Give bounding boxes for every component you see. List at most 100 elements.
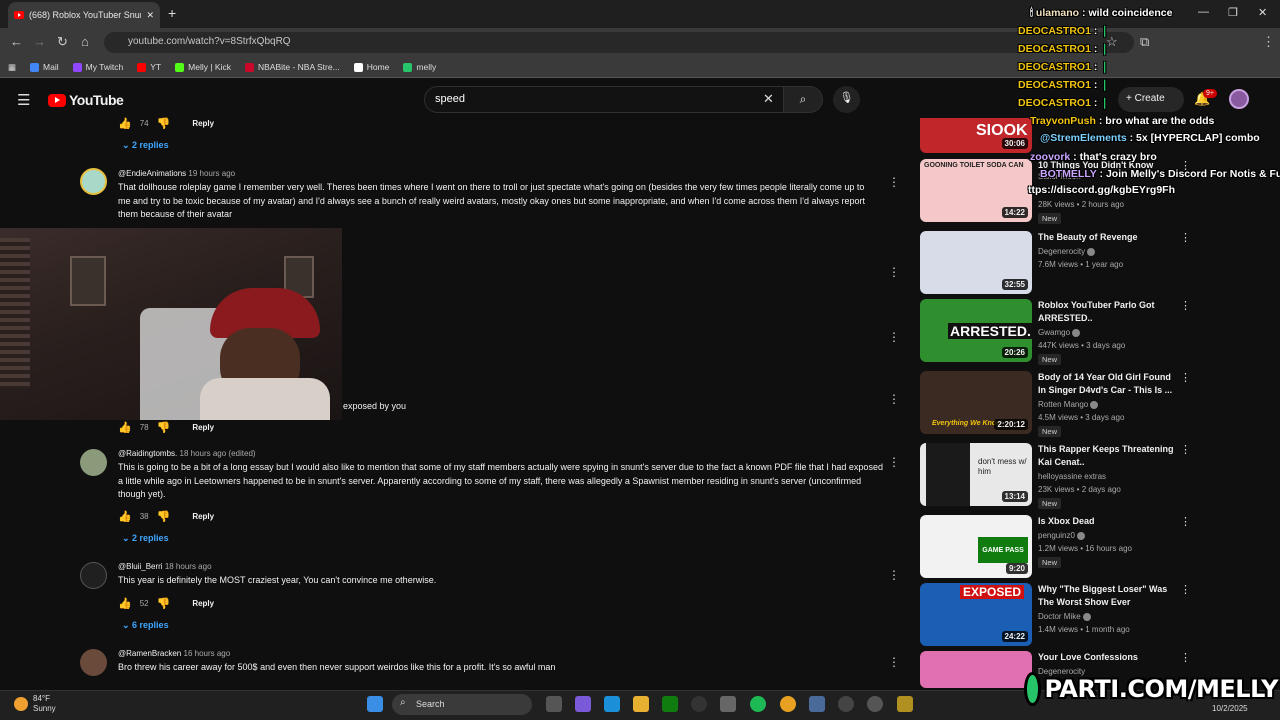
sidebar-video[interactable]: 32:55 The Beauty of Revenge Degenerocity… — [920, 231, 1191, 294]
like-icon[interactable]: 👍 — [118, 421, 132, 434]
dislike-icon[interactable]: 👎 — [157, 421, 171, 434]
minimize-icon[interactable]: — — [1198, 6, 1209, 18]
comment-author[interactable]: @Bluii_Berri — [118, 562, 163, 571]
dislike-icon[interactable]: 👎 — [157, 117, 171, 130]
video-menu-icon[interactable]: ⋮ — [1180, 443, 1191, 456]
reply-button[interactable]: Reply — [192, 599, 214, 608]
avatar[interactable] — [80, 168, 107, 195]
video-thumbnail[interactable]: Everything We Know 2:20:12 — [920, 371, 1032, 434]
comment-author[interactable]: @RamenBracken — [118, 649, 181, 658]
video-title[interactable]: The Beauty of Revenge — [1038, 231, 1180, 244]
media-player-icon[interactable] — [838, 696, 854, 712]
spotify-icon[interactable] — [750, 696, 766, 712]
hamburger-menu-icon[interactable]: ☰ — [17, 91, 30, 109]
video-title[interactable]: Is Xbox Dead — [1038, 515, 1180, 528]
video-menu-icon[interactable]: ⋮ — [1180, 515, 1191, 528]
apps-grid-icon[interactable]: ▦ — [8, 62, 16, 73]
comment-author[interactable]: @EndieAnimations — [118, 169, 186, 178]
edge-icon[interactable] — [604, 696, 620, 712]
video-menu-icon[interactable]: ⋮ — [1180, 651, 1191, 664]
forward-icon[interactable]: → — [33, 34, 46, 49]
video-thumbnail[interactable]: ARRESTED. 20:26 — [920, 299, 1032, 362]
app-icon[interactable] — [897, 696, 913, 712]
comment-menu-icon[interactable]: ⋮ — [888, 265, 900, 279]
weather-widget[interactable]: 84°F Sunny — [14, 694, 56, 714]
reply-button[interactable]: Reply — [192, 119, 214, 128]
youtube-logo[interactable]: YouTube — [48, 92, 124, 108]
view-replies-button[interactable]: ⌄ 6 replies — [122, 620, 169, 631]
clear-search-icon[interactable]: ✕ — [763, 91, 774, 107]
dislike-icon[interactable]: 👎 — [157, 510, 171, 523]
like-icon[interactable]: 👍 — [118, 597, 132, 610]
sidebar-video[interactable]: EXPOSED 24:22 Why "The Biggest Loser" Was… — [920, 583, 1191, 646]
taskbar-search[interactable]: Search — [392, 694, 532, 715]
video-title[interactable]: Why "The Biggest Loser" Was The Worst Sh… — [1038, 583, 1180, 609]
bookmark-nbabite[interactable]: NBABite - NBA Stre... — [244, 62, 340, 72]
maximize-icon[interactable]: ❐ — [1228, 6, 1238, 19]
dislike-icon[interactable]: 👎 — [157, 597, 171, 610]
bookmark-melly[interactable]: melly — [403, 62, 436, 72]
menu-dots-icon[interactable]: ⋮ — [1262, 34, 1275, 50]
chrome-icon[interactable] — [780, 696, 796, 712]
comment-menu-icon[interactable]: ⋮ — [888, 175, 900, 189]
video-channel[interactable]: penguinz0 — [1038, 531, 1085, 540]
video-channel[interactable]: helloyassine extras — [1038, 472, 1106, 481]
comment-menu-icon[interactable]: ⋮ — [888, 392, 900, 406]
file-explorer-icon[interactable] — [633, 696, 649, 712]
sidebar-video[interactable]: Everything We Know 2:20:12 Body of 14 Yea… — [920, 371, 1191, 437]
video-thumbnail[interactable]: GAME PASS 9:20 — [920, 515, 1032, 578]
comment-author[interactable]: @Raidingtombs. — [118, 449, 177, 458]
task-view-icon[interactable] — [546, 696, 562, 712]
start-icon[interactable] — [367, 696, 383, 712]
view-replies-button[interactable]: ⌄ 2 replies — [122, 140, 169, 151]
extensions-icon[interactable]: ⧉ — [1140, 34, 1149, 50]
new-tab-icon[interactable]: + — [168, 5, 176, 21]
search-input[interactable]: speed — [424, 86, 784, 113]
comment-menu-icon[interactable]: ⋮ — [888, 455, 900, 469]
home-icon[interactable]: ⌂ — [81, 34, 89, 49]
back-icon[interactable]: ← — [10, 34, 23, 49]
avatar[interactable] — [80, 562, 107, 589]
comment-menu-icon[interactable]: ⋮ — [888, 655, 900, 669]
video-menu-icon[interactable]: ⋮ — [1180, 299, 1191, 312]
close-window-icon[interactable]: ✕ — [1258, 6, 1267, 19]
user-avatar[interactable] — [1229, 89, 1249, 109]
copilot-icon[interactable] — [575, 696, 591, 712]
sidebar-video[interactable]: GAME PASS 9:20 Is Xbox Dead penguinz0 1.2… — [920, 515, 1191, 578]
photos-icon[interactable] — [809, 696, 825, 712]
comment-menu-icon[interactable]: ⋮ — [888, 568, 900, 582]
avatar[interactable] — [80, 649, 107, 676]
store-icon[interactable] — [720, 696, 736, 712]
bookmark-home[interactable]: Home — [353, 62, 389, 72]
view-replies-button[interactable]: ⌄ 2 replies — [122, 533, 169, 544]
create-button[interactable]: + Create — [1118, 87, 1184, 112]
sidebar-video[interactable]: ARRESTED. 20:26 Roblox YouTuber Parlo Got… — [920, 299, 1191, 365]
app-icon[interactable] — [867, 696, 883, 712]
like-icon[interactable]: 👍 — [118, 510, 132, 523]
video-thumbnail[interactable]: GOONING TOILET SODA CAN 14:22 — [920, 159, 1032, 222]
video-menu-icon[interactable]: ⋮ — [1180, 583, 1191, 596]
video-thumbnail[interactable]: 32:55 — [920, 231, 1032, 294]
video-title[interactable]: Roblox YouTuber Parlo Got ARRESTED.. — [1038, 299, 1180, 325]
video-thumbnail[interactable]: SIOOK 30:06 — [920, 118, 1032, 153]
video-menu-icon[interactable]: ⋮ — [1180, 231, 1191, 244]
close-tab-icon[interactable]: ✕ — [146, 10, 154, 21]
video-thumbnail[interactable] — [920, 651, 1032, 688]
sidebar-video[interactable]: don't mess w/ him 13:14 This Rapper Keeps… — [920, 443, 1191, 509]
bookmark-mail[interactable]: Mail — [30, 62, 59, 72]
comment-menu-icon[interactable]: ⋮ — [888, 330, 900, 344]
video-thumbnail[interactable]: don't mess w/ him 13:14 — [920, 443, 1032, 506]
video-title[interactable]: This Rapper Keeps Threatening Kai Cenat.… — [1038, 443, 1180, 469]
obs-icon[interactable] — [691, 696, 707, 712]
like-icon[interactable]: 👍 — [118, 117, 132, 130]
video-title[interactable]: Body of 14 Year Old Girl Found In Singer… — [1038, 371, 1180, 397]
bookmark-twitch[interactable]: My Twitch — [72, 62, 123, 72]
xbox-icon[interactable] — [662, 696, 678, 712]
bookmark-kick[interactable]: Melly | Kick — [175, 62, 231, 72]
voice-search-button[interactable]: 🎙 — [833, 86, 860, 113]
url-input[interactable]: youtube.com/watch?v=8StrfxQbqRQ — [104, 32, 1134, 53]
reply-button[interactable]: Reply — [192, 512, 214, 521]
reload-icon[interactable]: ↻ — [57, 34, 68, 50]
avatar[interactable] — [80, 449, 107, 476]
bookmark-yt[interactable]: YT — [137, 62, 161, 72]
